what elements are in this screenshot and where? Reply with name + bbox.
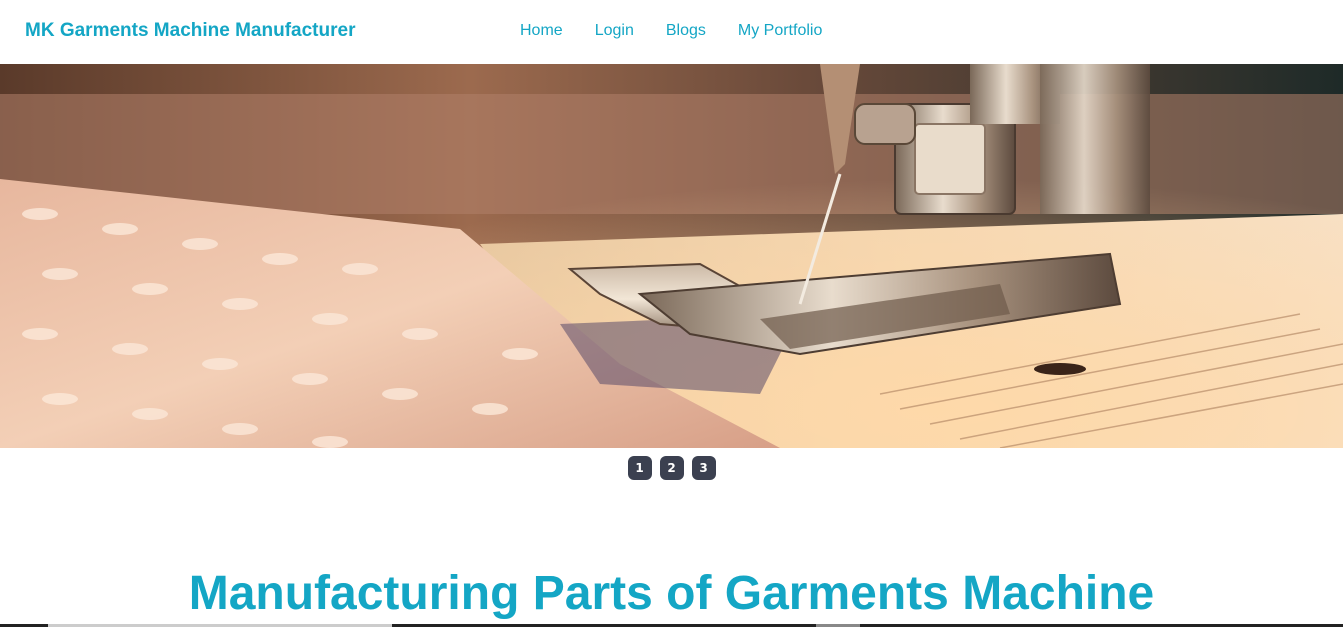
hero-carousel-image xyxy=(0,64,1343,448)
nav-login-link[interactable]: Login xyxy=(595,22,634,40)
nav-portfolio-link[interactable]: My Portfolio xyxy=(738,22,822,40)
carousel-indicator-1[interactable]: 1 xyxy=(627,456,652,480)
carousel-indicator-3[interactable]: 3 xyxy=(691,456,716,480)
sewing-machine-image xyxy=(0,64,1343,448)
section-title: Manufacturing Parts of Garments Machine xyxy=(188,567,1155,620)
nav-blogs-link[interactable]: Blogs xyxy=(666,22,706,40)
site-brand[interactable]: MK Garments Machine Manufacturer xyxy=(25,20,355,42)
nav-menu: Home Login Blogs My Portfolio xyxy=(520,22,822,40)
carousel-indicator-2[interactable]: 2 xyxy=(659,456,684,480)
navbar: MK Garments Machine Manufacturer Home Lo… xyxy=(0,0,1343,64)
nav-home-link[interactable]: Home xyxy=(520,22,563,40)
carousel-indicators: 1 2 3 xyxy=(0,456,1343,480)
